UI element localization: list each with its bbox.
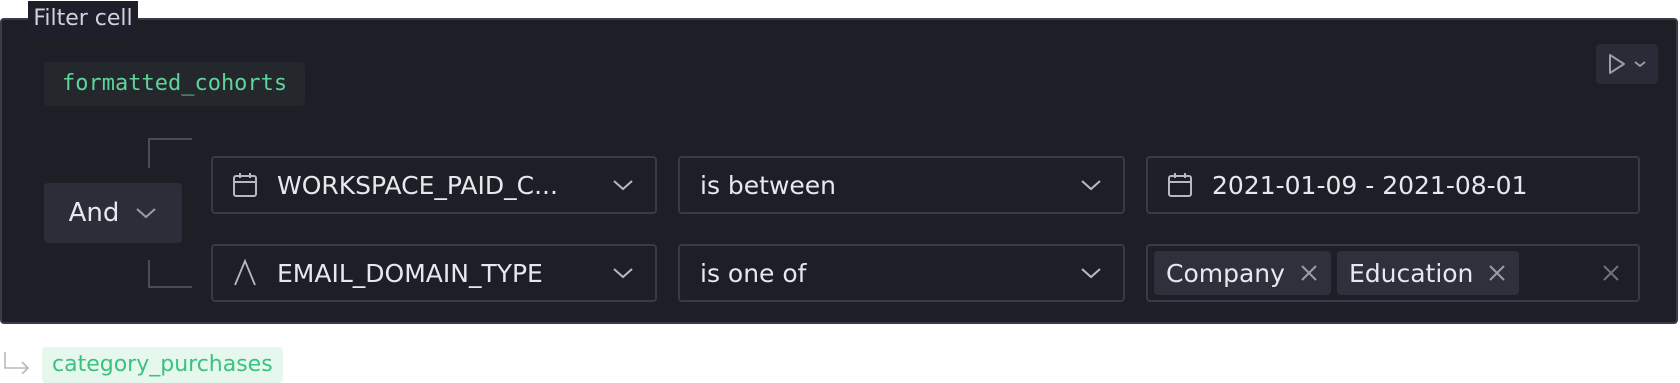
bracket-top — [148, 138, 192, 168]
run-button[interactable] — [1596, 44, 1658, 84]
remove-tag-icon[interactable] — [1299, 263, 1319, 283]
date-range-value: 2021-01-09 - 2021-08-01 — [1212, 170, 1528, 200]
filter-cell: formatted_cohorts And WORKSPACE_PAID_C..… — [0, 18, 1678, 324]
value-tag: Education — [1336, 251, 1520, 295]
return-arrow-icon — [4, 352, 30, 374]
value-tag: Company — [1154, 251, 1331, 295]
column-select[interactable]: WORKSPACE_PAID_C... — [211, 156, 657, 214]
chevron-down-icon — [609, 171, 637, 199]
multi-value-input[interactable]: Company Education — [1146, 244, 1640, 302]
chevron-down-icon — [1077, 171, 1105, 199]
operator-select[interactable]: is between — [678, 156, 1125, 214]
clear-values-icon[interactable] — [1600, 262, 1622, 284]
logic-operator-label: And — [68, 198, 120, 228]
value-tag-label: Education — [1348, 258, 1474, 288]
column-name: EMAIL_DOMAIN_TYPE — [277, 258, 543, 288]
calendar-icon — [1166, 171, 1194, 199]
logic-operator-select[interactable]: And — [44, 183, 182, 243]
output-dataframe-chip[interactable]: category_purchases — [42, 347, 283, 383]
cell-type-label: Filter cell — [28, 1, 138, 37]
dataframe-chip[interactable]: formatted_cohorts — [44, 62, 306, 106]
column-name: WORKSPACE_PAID_C... — [277, 170, 558, 200]
text-type-icon — [231, 259, 259, 287]
operator-label: is one of — [700, 258, 807, 288]
chevron-down-icon — [1077, 259, 1105, 287]
date-range-input[interactable]: 2021-01-09 - 2021-08-01 — [1146, 156, 1640, 214]
value-tag-label: Company — [1166, 258, 1285, 288]
chevron-down-icon — [609, 259, 637, 287]
chevron-down-icon — [1634, 61, 1646, 68]
remove-tag-icon[interactable] — [1487, 263, 1507, 283]
column-select[interactable]: EMAIL_DOMAIN_TYPE — [211, 244, 657, 302]
calendar-icon — [231, 171, 259, 199]
operator-select[interactable]: is one of — [678, 244, 1125, 302]
chevron-down-icon — [136, 208, 157, 219]
bracket-bottom — [148, 260, 192, 288]
play-icon — [1609, 54, 1625, 74]
operator-label: is between — [700, 170, 837, 200]
